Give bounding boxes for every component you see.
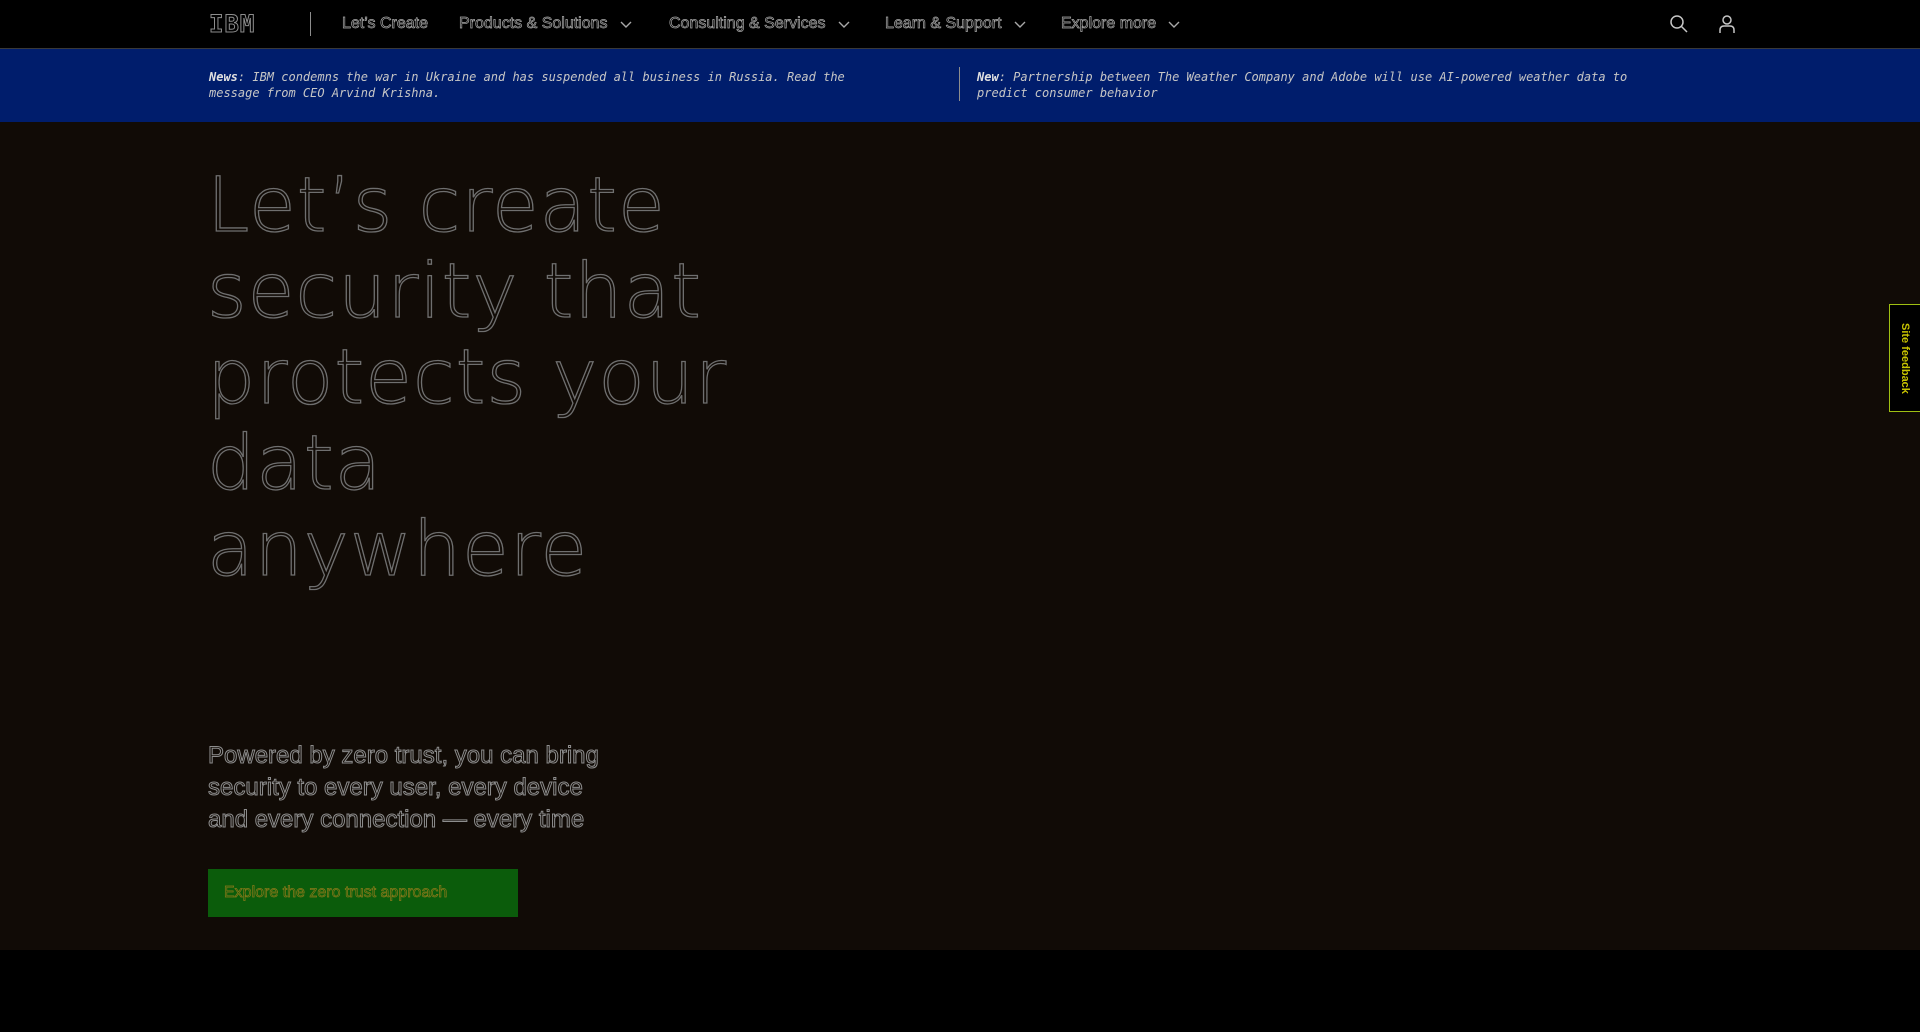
user-profile-button[interactable] <box>1715 12 1739 36</box>
news-item-ukraine[interactable]: News: IBM condemns the war in Ukraine an… <box>209 69 899 101</box>
chevron-down-icon <box>1014 21 1026 28</box>
chevron-down-icon <box>838 21 850 28</box>
news-bar: News: IBM condemns the war in Ukraine an… <box>0 49 1920 122</box>
news-prefix: New <box>977 70 999 84</box>
hero-subtext: Powered by zero trust, you can bring sec… <box>208 742 600 834</box>
news-text: : IBM condemns the war in Ukraine and ha… <box>209 70 845 100</box>
search-button[interactable] <box>1667 12 1691 36</box>
user-icon <box>1719 15 1735 33</box>
explore-zero-trust-button[interactable]: Explore the zero trust approach <box>208 869 518 917</box>
hero-headline: Let’s create security that protects your… <box>206 160 728 593</box>
search-icon <box>1670 15 1688 33</box>
nav-divider <box>310 12 311 36</box>
nav-item-label: Explore more <box>1061 15 1157 33</box>
site-feedback-label: Site feedback <box>1899 322 1911 394</box>
logo-text: IBM <box>208 10 256 39</box>
nav-item-consulting-services[interactable]: Consulting & Services <box>669 0 852 48</box>
page-bottom-area <box>0 950 1920 1032</box>
news-item-weather-adobe[interactable]: New: Partnership between The Weather Com… <box>977 69 1677 101</box>
news-text: : Partnership between The Weather Compan… <box>977 70 1628 100</box>
nav-item-label: Let’s Create <box>342 15 429 33</box>
nav-item-learn-support[interactable]: Learn & Support <box>885 0 1028 48</box>
ibm-logo[interactable]: IBM <box>208 10 269 39</box>
chevron-down-icon <box>1168 21 1180 28</box>
nav-item-lets-create[interactable]: Let’s Create <box>342 0 429 48</box>
chevron-down-icon <box>620 21 632 28</box>
nav-item-label: Learn & Support <box>885 15 1002 33</box>
nav-item-explore-more[interactable]: Explore more <box>1061 0 1182 48</box>
site-feedback-tab[interactable]: Site feedback <box>1889 304 1920 412</box>
news-divider <box>959 67 960 101</box>
news-prefix: News <box>209 70 238 84</box>
top-navigation: IBM Let’s Create Products & Solutions Co… <box>0 0 1920 49</box>
nav-item-products-solutions[interactable]: Products & Solutions <box>459 0 634 48</box>
nav-item-label: Consulting & Services <box>669 15 826 33</box>
hero-section: Let’s create security that protects your… <box>0 122 1920 950</box>
nav-item-label: Products & Solutions <box>459 15 608 33</box>
